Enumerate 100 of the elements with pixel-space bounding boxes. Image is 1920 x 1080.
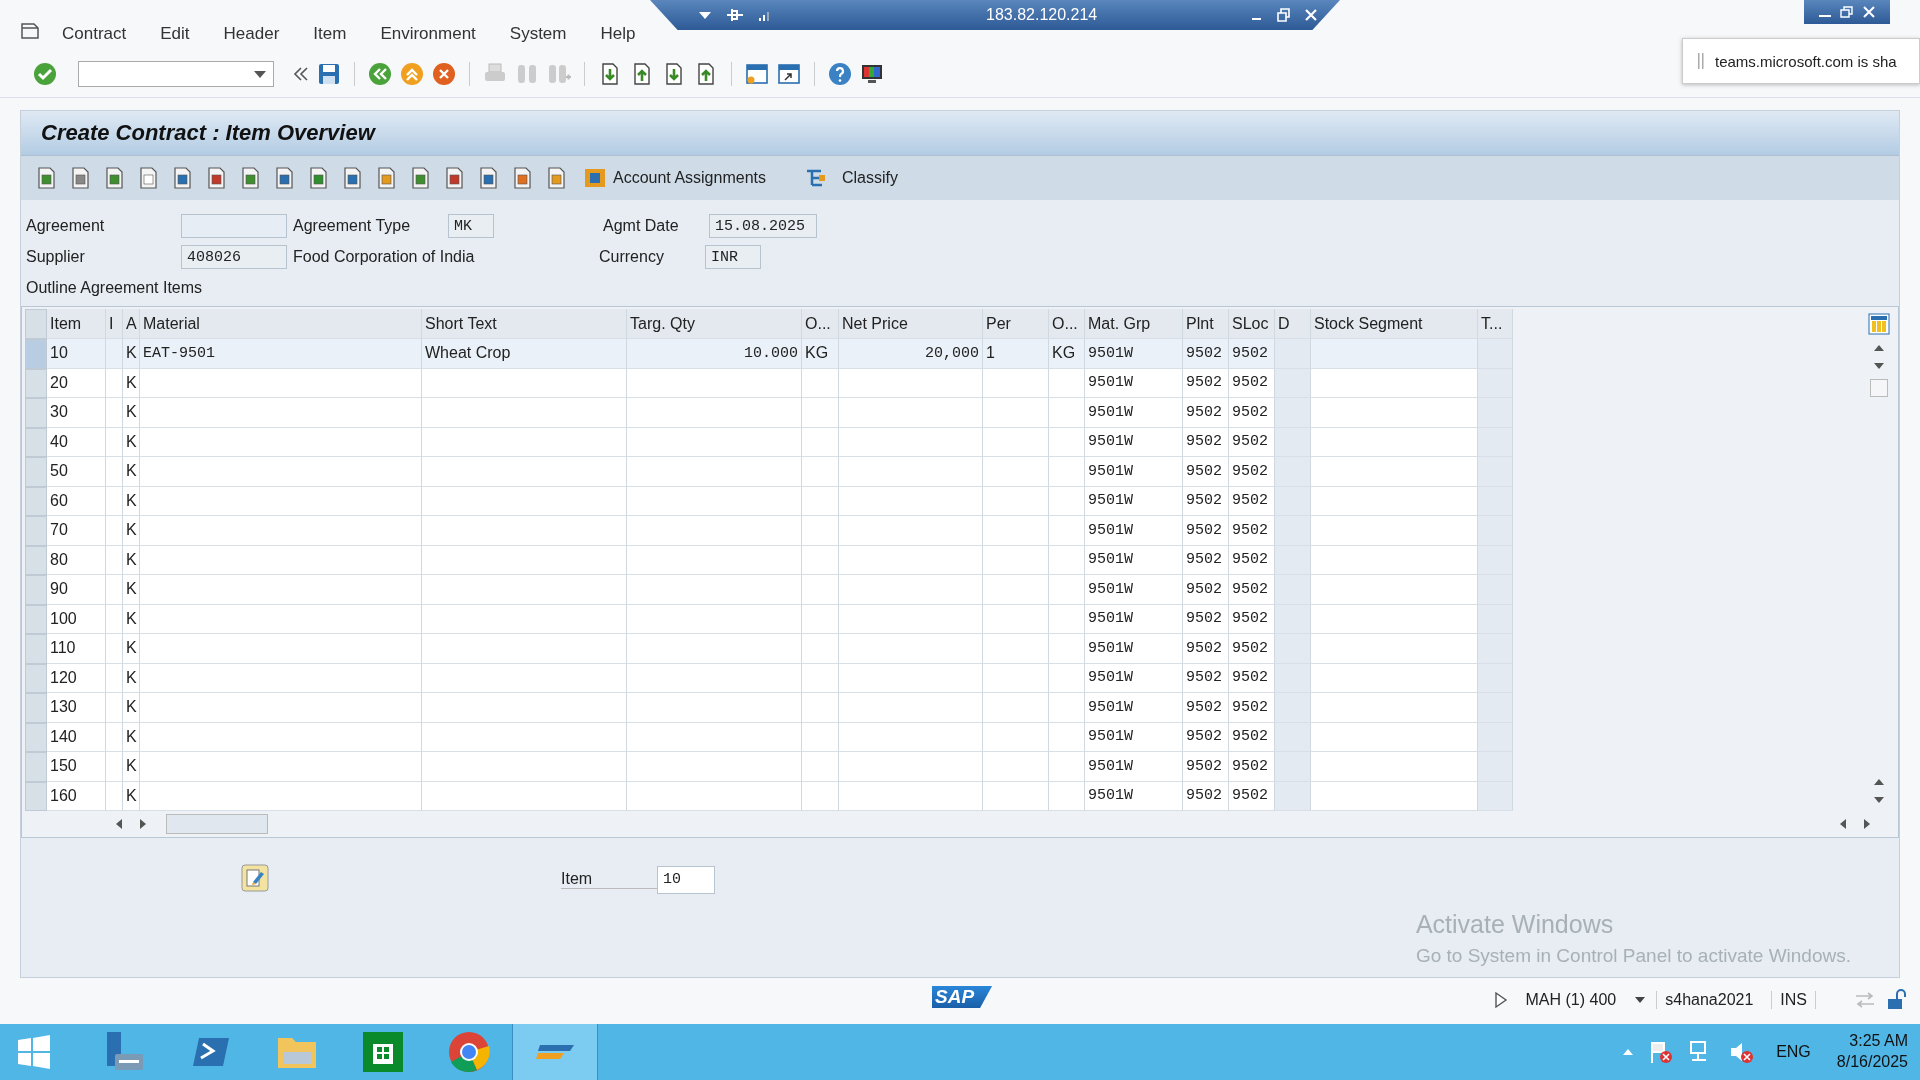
column-header[interactable]: Material (140, 309, 422, 339)
table-cell: 9502 (1229, 398, 1275, 428)
column-header[interactable]: T... (1478, 309, 1513, 339)
table-cell: 9501W (1085, 545, 1183, 575)
column-header[interactable]: Net Price (839, 309, 983, 339)
caret-icon[interactable] (1634, 995, 1647, 1005)
table-cell: 9501W (1085, 486, 1183, 516)
account-assignments-button[interactable]: Account Assignments (579, 164, 770, 192)
classify-button[interactable]: Classify (837, 167, 902, 189)
remote-host-title: 183.82.120.214 (986, 6, 1098, 24)
back-icon[interactable] (367, 60, 393, 87)
scroll-left-icon[interactable] (1838, 818, 1848, 830)
taskbar-app[interactable] (512, 1024, 598, 1080)
table-cell: 9501W (1085, 663, 1183, 693)
scroll-down-icon[interactable] (1873, 361, 1885, 371)
command-field[interactable] (78, 60, 274, 87)
column-header[interactable]: D (1275, 309, 1311, 339)
agreement-type-field[interactable]: MK (448, 213, 494, 238)
table-cell: 120 (47, 663, 106, 693)
column-header[interactable]: I (106, 309, 123, 339)
menu-item[interactable]: System (509, 24, 567, 44)
select-all-cell[interactable] (25, 309, 47, 339)
sap-logo: SAP (932, 986, 993, 1008)
agreement-date-field[interactable]: 15.08.2025 (709, 213, 817, 238)
caret-icon[interactable] (698, 10, 712, 20)
grip-icon (1697, 52, 1705, 70)
section-label: Outline Agreement Items (26, 278, 204, 298)
caret-up-icon[interactable] (1622, 1047, 1635, 1057)
table-cell: 9501W (1085, 722, 1183, 752)
table-cell: 9502 (1229, 427, 1275, 457)
column-header[interactable]: O... (1049, 309, 1085, 339)
scroll-thumb[interactable] (166, 814, 268, 834)
table-cell: 9501W (1085, 457, 1183, 487)
menu-item[interactable]: Edit (160, 24, 190, 44)
table-cell: 9502 (1229, 457, 1275, 487)
close-icon[interactable] (1305, 9, 1318, 21)
column-header[interactable]: Stock Segment (1311, 309, 1478, 339)
clock[interactable]: 3:25 AM 8/16/2025 (1836, 1031, 1908, 1073)
column-header[interactable]: Plnt (1183, 309, 1229, 339)
column-header[interactable]: Mat. Grp (1085, 309, 1183, 339)
column-header[interactable]: Item (47, 309, 106, 339)
column-header[interactable]: Per (983, 309, 1049, 339)
menu-item[interactable]: Environment (380, 24, 476, 44)
supplier-field[interactable]: 408026 (181, 244, 287, 269)
column-header[interactable]: A (123, 309, 140, 339)
table-cell: 9502 (1229, 575, 1275, 605)
stripes-icon (533, 1044, 577, 1060)
field-label: Supplier (26, 247, 86, 266)
table-cell: 20,000 (839, 339, 983, 369)
scroll-right-icon[interactable] (138, 818, 148, 830)
menu-item[interactable]: Contract (62, 24, 127, 44)
menu-item[interactable]: Header (223, 24, 280, 44)
scroll-down-icon[interactable] (1873, 795, 1885, 805)
scroll-thumb[interactable] (1870, 379, 1888, 397)
lock-icon[interactable] (1886, 989, 1908, 1011)
close-icon[interactable] (1860, 4, 1878, 20)
item-number-field[interactable]: 10 (657, 866, 715, 894)
table-cell: 9502 (1183, 457, 1229, 487)
column-header[interactable]: SLoc (1229, 309, 1275, 339)
column-header[interactable]: Short Text (422, 309, 627, 339)
menu-item[interactable]: Help (600, 24, 636, 44)
column-header[interactable]: Targ. Qty (627, 309, 802, 339)
scroll-up-icon[interactable] (1873, 343, 1885, 353)
menu-item[interactable]: Item (313, 24, 347, 44)
table-cell: 9502 (1183, 781, 1229, 811)
table-cell: 9502 (1183, 634, 1229, 664)
field-label: Agmt Date (603, 216, 680, 235)
pin-icon[interactable] (726, 7, 744, 23)
table-cell: 9502 (1229, 545, 1275, 575)
session-info[interactable]: MAH (1) 400 (1517, 991, 1625, 1009)
table-cell: 70 (47, 516, 106, 546)
caret-icon[interactable] (253, 68, 267, 79)
check-icon[interactable] (32, 60, 58, 87)
table-cell: 9501W (1085, 339, 1183, 369)
scroll-right-icon[interactable] (1862, 818, 1872, 830)
edit-details-icon[interactable] (241, 864, 269, 892)
table-cell: 9502 (1183, 427, 1229, 457)
column-settings-icon[interactable] (1868, 313, 1890, 335)
restore-icon[interactable] (1838, 4, 1856, 20)
language-indicator[interactable]: ENG (1776, 1043, 1811, 1061)
restore-icon[interactable] (1277, 8, 1292, 22)
field-label: Currency (599, 247, 665, 266)
table-cell: 9501W (1085, 781, 1183, 811)
menu-icon[interactable] (20, 22, 40, 40)
table-cell: 9502 (1229, 368, 1275, 398)
currency-field[interactable]: INR (705, 244, 761, 269)
table-cell: 50 (47, 457, 106, 487)
play-icon[interactable] (1493, 991, 1508, 1009)
table-cell: 9502 (1229, 516, 1275, 546)
table-cell: K (123, 398, 140, 428)
help-icon[interactable] (827, 60, 853, 87)
scroll-up-icon[interactable] (1873, 777, 1885, 787)
cancel-icon[interactable] (431, 60, 457, 87)
agreement-field[interactable] (181, 213, 287, 238)
table-cell: 9502 (1183, 604, 1229, 634)
table-cell: 9501W (1085, 368, 1183, 398)
table-cell: 160 (47, 781, 106, 811)
scroll-left-icon[interactable] (114, 818, 124, 830)
table-cell: 9501W (1085, 752, 1183, 782)
column-header[interactable]: O... (802, 309, 839, 339)
